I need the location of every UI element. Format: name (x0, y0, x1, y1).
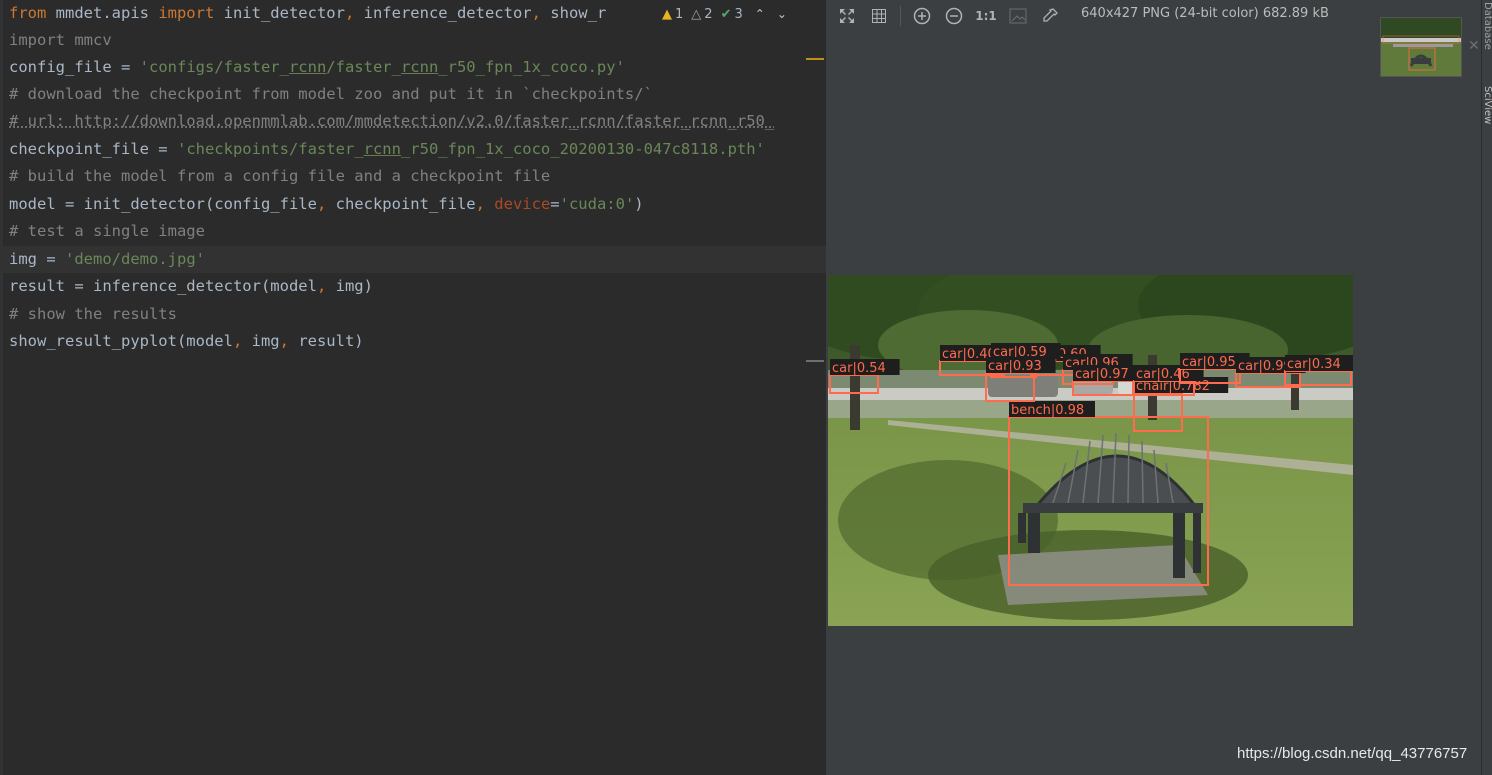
weak-warnings-indicator[interactable]: △ 2 (691, 7, 712, 22)
image-info: 640x427 PNG (24-bit color) 682.89 kB (1081, 6, 1329, 21)
code-line[interactable]: # test a single image (9, 218, 205, 245)
zoom-out-icon[interactable] (943, 5, 965, 27)
sciview-tool-tab[interactable]: SciView (1482, 86, 1492, 124)
code-token: 'demo/demo.jpg' (65, 250, 205, 268)
code-token: # build the model from a config file and… (9, 167, 551, 185)
typo-check-icon: ✔ (720, 6, 732, 22)
code-token: # download the checkpoint from model zoo… (9, 85, 653, 103)
code-line[interactable]: img = 'demo/demo.jpg' (0, 246, 826, 273)
code-token: , (232, 332, 243, 350)
code-line[interactable]: # show the results (9, 301, 177, 328)
code-token: = (550, 195, 560, 213)
code-line[interactable]: import mmcv (9, 27, 112, 54)
inspection-widget[interactable]: ▲ 1 △ 2 ✔ 3 ⌃ ⌄ (652, 0, 826, 28)
code-token: checkpoint_file = (9, 140, 177, 158)
code-token: , (279, 332, 289, 350)
code-token: img) (326, 277, 373, 295)
code-token: img = (9, 250, 65, 268)
database-tool-tab[interactable]: Database (1482, 2, 1492, 50)
code-token: 'cuda:0' (559, 195, 635, 213)
code-line[interactable]: model = init_detector(config_file, check… (9, 191, 644, 218)
chevron-down-icon[interactable]: ⌄ (777, 7, 787, 21)
code-editor[interactable]: from mmdet.apis import init_detector, in… (0, 0, 826, 775)
scroll-marker[interactable] (806, 58, 824, 60)
code-token: _r50_fpn_1x_coco_20200130-047c8118.pth' (400, 140, 765, 158)
code-token: device (494, 195, 551, 213)
code-token: # url: http://download.openmmlab.com/mmd… (9, 112, 775, 130)
code-token: , (531, 4, 541, 22)
code-token: checkpoint_file (326, 195, 476, 213)
detection-label: car|0.34 (1287, 357, 1341, 372)
right-tool-strip: Database SciView (1481, 0, 1492, 775)
grid-icon[interactable] (868, 5, 890, 27)
code-line[interactable]: # download the checkpoint from model zoo… (9, 81, 653, 108)
code-token: 'configs/faster_ (139, 58, 289, 76)
code-token: , (475, 195, 485, 213)
code-token: 'checkpoints/faster_ (176, 140, 364, 158)
code-line[interactable]: # build the model from a config file and… (9, 163, 550, 190)
chevron-up-icon[interactable]: ⌃ (755, 7, 765, 21)
typos-indicator[interactable]: ✔ 3 (721, 7, 743, 22)
code-line[interactable]: show_result_pyplot(model, img, result) (9, 328, 364, 355)
code-token: result = inference_detector(model (9, 277, 317, 295)
fit-zoom-icon[interactable] (836, 5, 858, 27)
code-token: mmdet.apis (46, 4, 159, 22)
code-token: init_detector (214, 4, 345, 22)
code-token: , (316, 195, 327, 213)
color-picker-icon[interactable] (1039, 5, 1061, 27)
detection-label: car|0.99 (1238, 359, 1292, 374)
code-line[interactable]: from mmdet.apis import init_detector, in… (9, 0, 606, 27)
code-token: import mmcv (9, 31, 112, 49)
code-token: inference_detector (354, 4, 532, 22)
code-token: show_r (540, 4, 607, 22)
background-toggle-icon[interactable] (1007, 5, 1029, 27)
warnings-indicator[interactable]: ▲ 1 (662, 7, 683, 22)
detection-label: car|0.97 (1075, 367, 1129, 382)
actual-size-button[interactable]: 1:1 (975, 5, 997, 27)
code-token: rcnn (288, 58, 327, 76)
code-token: _r50_fpn_1x_coco.py' (438, 58, 625, 76)
weak-warning-icon: △ (691, 6, 702, 22)
editor-gutter (0, 0, 3, 775)
scroll-marker[interactable] (806, 360, 824, 362)
code-line[interactable]: # url: http://download.openmmlab.com/mmd… (9, 108, 774, 135)
code-line[interactable]: checkpoint_file = 'checkpoints/faster_rc… (9, 136, 765, 163)
code-token: result) (288, 332, 364, 350)
image-thumbnail[interactable] (1380, 17, 1462, 77)
close-icon[interactable]: ✕ (1468, 38, 1480, 54)
code-token: , (316, 277, 327, 295)
zoom-in-icon[interactable] (911, 5, 933, 27)
code-token: rcnn (400, 58, 439, 76)
code-line[interactable]: config_file = 'configs/faster_rcnn/faste… (9, 54, 625, 81)
toolbar-separator (900, 5, 901, 26)
code-line[interactable]: result = inference_detector(model, img) (9, 273, 373, 300)
code-token: config_file = (9, 58, 140, 76)
code-token: show_result_pyplot(model (9, 332, 233, 350)
detection-label: car|0.54 (832, 361, 886, 376)
code-token: model = init_detector(config_file (9, 195, 317, 213)
code-token: import (158, 4, 215, 22)
code-token: # test a single image (9, 222, 205, 240)
code-token: rcnn (363, 140, 401, 158)
detection-result-image: bench|0.98 chair|0.782 car|0.54 car|0.40 car… (828, 275, 1353, 626)
detection-label: car|0.95 (1182, 355, 1236, 370)
code-token: /faster_ (326, 58, 401, 76)
detection-label: car|0.93 (988, 359, 1042, 374)
watermark: https://blog.csdn.net/qq_43776757 (1237, 745, 1468, 762)
code-token: from (9, 4, 47, 22)
image-viewer: 1:1 640x427 PNG (24-bit color) 682.89 kB… (826, 0, 1481, 775)
code-token: , (344, 4, 355, 22)
code-token: img (242, 332, 280, 350)
warning-icon: ▲ (662, 6, 672, 22)
code-token: ) (634, 195, 644, 213)
detection-label: bench|0.98 (1011, 403, 1084, 418)
code-token: # show the results (9, 305, 177, 323)
